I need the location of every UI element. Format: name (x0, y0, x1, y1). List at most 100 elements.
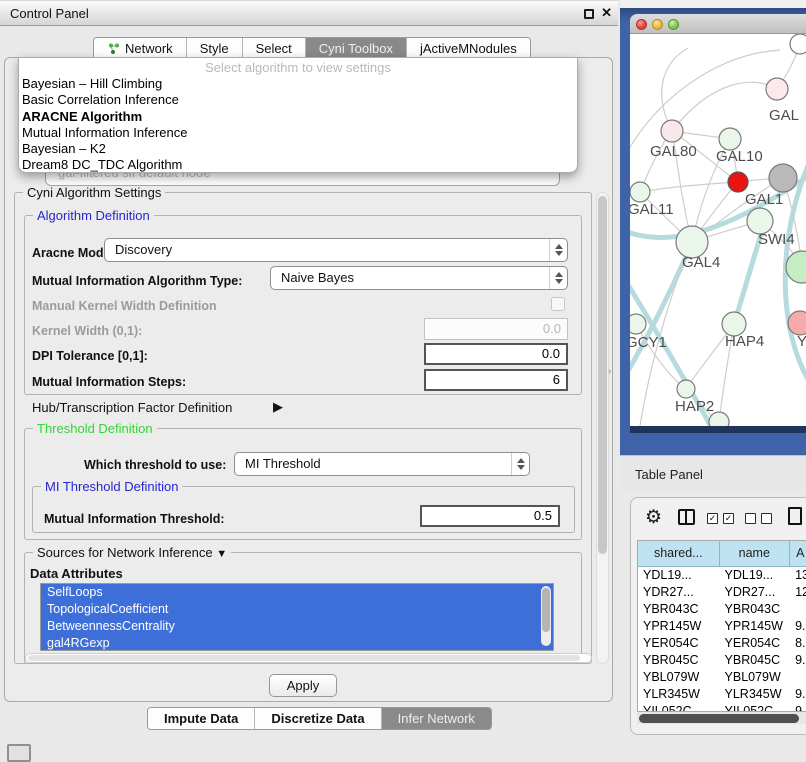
settings-scrollbar[interactable] (596, 192, 609, 664)
bottom-tabbar: Impute Data Discretize Data Infer Networ… (147, 707, 492, 730)
table-panel-titlebar: Table Panel (620, 455, 806, 492)
node-gal10[interactable] (719, 128, 741, 150)
node-label: GAL11 (630, 201, 674, 218)
cell-value: 9. (790, 618, 806, 635)
tab-impute-data[interactable]: Impute Data (148, 708, 255, 729)
algorithm-option[interactable]: Basic Correlation Inference (19, 92, 577, 108)
node-gray[interactable] (769, 164, 797, 192)
table-row[interactable]: YBL079W YBL079W (638, 669, 806, 686)
table-hscrollbar-thumb[interactable] (639, 714, 799, 723)
close-icon[interactable]: ✕ (601, 5, 612, 21)
dpi-tolerance-field[interactable]: 0.0 (424, 343, 568, 365)
manual-kernel-checkbox[interactable] (551, 297, 565, 311)
table-row[interactable]: YBR045C YBR045C 9. (638, 652, 806, 669)
algorithm-option[interactable]: Mutual Information Inference (19, 125, 577, 141)
aracne-mode-label: Aracne Mode: (32, 246, 115, 260)
table-row[interactable]: YIL052C YIL052C 9. (638, 703, 806, 712)
list-item[interactable]: BetweennessCentrality (41, 618, 553, 635)
checkbox-checked-icon[interactable]: ✓ (707, 513, 718, 524)
node-gal80[interactable] (661, 120, 683, 142)
cell-name: YDR27... (720, 584, 791, 601)
which-threshold-combo[interactable]: MI Threshold (234, 452, 530, 476)
cell-shared: YBR045C (638, 652, 720, 669)
mi-threshold-label: Mutual Information Threshold: (44, 512, 225, 526)
nodes[interactable] (630, 34, 806, 426)
checkbox-unchecked-icon[interactable] (745, 513, 756, 524)
mi-type-combo[interactable]: Naive Bayes (270, 266, 568, 290)
node-gal11[interactable] (630, 182, 650, 202)
tab-discretize-data[interactable]: Discretize Data (255, 708, 381, 729)
algorithm-option[interactable]: Bayesian – K2 (19, 141, 577, 157)
tab-infer-network[interactable]: Infer Network (382, 708, 491, 729)
splitpane-handle-icon[interactable]: › (608, 366, 611, 377)
node-gal1-red[interactable] (728, 172, 748, 192)
list-item[interactable]: TopologicalCoefficient (41, 601, 553, 618)
table-panel-title: Table Panel (635, 467, 703, 482)
column-header-name[interactable]: name (720, 541, 791, 567)
node-partial-top[interactable] (790, 34, 806, 54)
control-panel-title: Control Panel (10, 6, 89, 21)
collapse-down-icon[interactable]: ▼ (216, 548, 227, 560)
node-pink-right[interactable] (788, 311, 806, 335)
node-hap2[interactable] (677, 380, 695, 398)
mi-steps-field[interactable]: 6 (424, 369, 568, 391)
minimize-traffic-icon[interactable] (652, 19, 663, 30)
node-label: Y (797, 333, 806, 350)
node-table[interactable]: shared... name A YDL19... YDL19... 13 YD… (637, 540, 806, 712)
attributes-scrollbar-thumb[interactable] (542, 588, 550, 632)
node-big-green[interactable] (786, 251, 806, 283)
document-icon[interactable] (788, 507, 802, 525)
table-row[interactable]: YDR27... YDR27... 12 (638, 584, 806, 601)
gear-icon[interactable]: ⚙ (645, 506, 662, 529)
list-item[interactable]: gal4RGexp (41, 635, 553, 652)
tab-cyni-toolbox[interactable]: Cyni Toolbox (306, 38, 407, 58)
network-window-titlebar[interactable] (630, 14, 806, 34)
data-attributes-label: Data Attributes (30, 566, 123, 581)
table-row[interactable]: YBR043C YBR043C (638, 601, 806, 618)
aracne-mode-combo[interactable]: Discovery (104, 238, 568, 262)
table-row[interactable]: YLR345W YLR345W 9. (638, 686, 806, 703)
columns-icon[interactable] (678, 509, 695, 525)
cell-shared: YPR145W (638, 618, 720, 635)
kernel-width-field[interactable]: 0.0 (424, 318, 568, 340)
list-item[interactable]: SelfLoops (41, 584, 553, 601)
table-row[interactable]: YER054C YER054C 8. (638, 635, 806, 652)
cell-value: 9. (790, 686, 806, 703)
network-graph: GAL GAL80 GAL10 GAL1 GAL11 SWI4 GAL4 GCY… (630, 34, 806, 426)
expand-right-icon[interactable]: ▶ (273, 399, 283, 415)
tab-select[interactable]: Select (243, 38, 306, 58)
column-header-shared[interactable]: shared... (638, 541, 720, 567)
minimized-window-icon[interactable] (7, 744, 31, 762)
control-panel-titlebar: Control Panel ✕ (0, 0, 618, 26)
hub-section-label: Hub/Transcription Factor Definition (32, 400, 232, 415)
algorithm-option[interactable]: Dream8 DC_TDC Algorithm (19, 157, 577, 173)
app-root: Control Panel ✕ Network Style Select Cyn… (0, 0, 806, 762)
tab-style-label: Style (200, 41, 229, 56)
attributes-hscrollbar-thumb[interactable] (28, 655, 580, 661)
checkbox-unchecked-icon[interactable] (761, 513, 772, 524)
mi-type-label: Mutual Information Algorithm Type: (32, 274, 242, 288)
node-gcy1[interactable] (630, 314, 646, 334)
table-row[interactable]: YDL19... YDL19... 13 (638, 567, 806, 584)
tab-network[interactable]: Network (94, 38, 187, 58)
tab-style[interactable]: Style (187, 38, 243, 58)
zoom-traffic-icon[interactable] (668, 19, 679, 30)
tab-jactivemnodules[interactable]: jActiveMNodules (407, 38, 530, 58)
data-attributes-list[interactable]: SelfLoops TopologicalCoefficient Between… (40, 583, 554, 651)
column-header-partial[interactable]: A (790, 541, 806, 567)
node-gal-cut[interactable] (766, 78, 788, 100)
close-traffic-icon[interactable] (636, 19, 647, 30)
table-row[interactable]: YPR145W YPR145W 9. (638, 618, 806, 635)
attributes-scrollbar[interactable] (541, 586, 551, 646)
network-canvas[interactable]: GAL GAL80 GAL10 GAL1 GAL11 SWI4 GAL4 GCY… (630, 34, 806, 426)
settings-scrollbar-thumb[interactable] (598, 196, 607, 554)
algorithm-option-selected[interactable]: ARACNE Algorithm (19, 109, 577, 125)
checkbox-checked-icon[interactable]: ✓ (723, 513, 734, 524)
mi-threshold-field[interactable]: 0.5 (420, 505, 560, 527)
float-window-icon[interactable] (584, 9, 594, 19)
algorithm-option[interactable]: Bayesian – Hill Climbing (19, 76, 577, 92)
table-hscrollbar[interactable] (637, 712, 806, 724)
apply-button[interactable]: Apply (269, 674, 337, 697)
cell-value: 8. (790, 635, 806, 652)
attributes-hscrollbar[interactable] (25, 653, 592, 663)
